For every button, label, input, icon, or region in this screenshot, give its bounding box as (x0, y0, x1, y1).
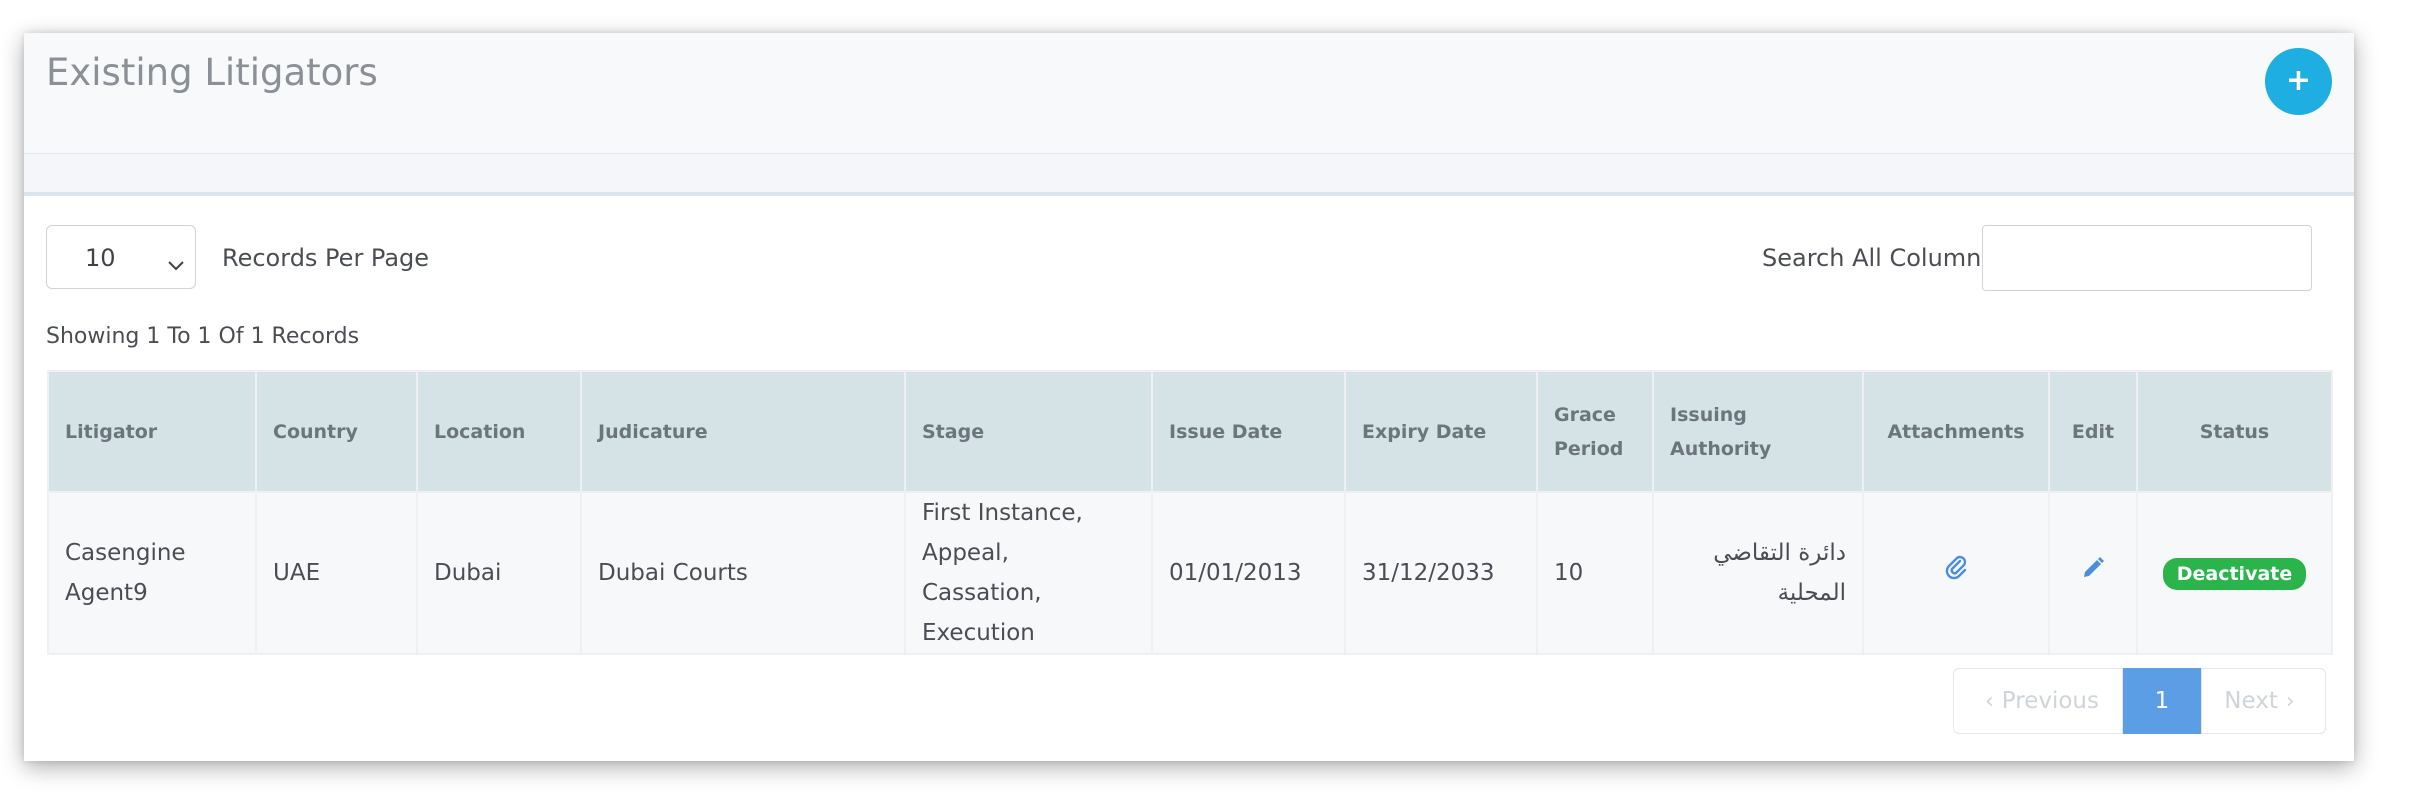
column-header-grace-period[interactable]: Grace Period (1536, 370, 1654, 493)
litigators-card: Existing Litigators + 10 Records Per Pag… (24, 33, 2354, 761)
add-litigator-button[interactable]: + (2265, 48, 2332, 115)
cell-judicature: Dubai Courts (580, 491, 906, 655)
search-input[interactable] (1982, 225, 2312, 291)
records-per-page-label: Records Per Page (222, 244, 430, 272)
header-divider-strip (24, 154, 2354, 196)
pagination-previous-label: Previous (2001, 688, 2099, 714)
litigators-table: Litigator Country Location Judicature St… (47, 370, 2333, 655)
records-per-page-value: 10 (85, 244, 116, 272)
cell-stage: First Instance, Appeal, Cassation, Execu… (904, 491, 1153, 655)
column-header-status[interactable]: Status (2136, 370, 2333, 493)
cell-country: UAE (255, 491, 418, 655)
column-header-expiry-date[interactable]: Expiry Date (1344, 370, 1538, 493)
cell-issue-date: 01/01/2013 (1151, 491, 1346, 655)
column-header-stage[interactable]: Stage (904, 370, 1153, 493)
chevron-right-icon: › (2285, 688, 2295, 714)
cell-litigator: Casengine Agent9 (47, 491, 257, 655)
pencil-icon[interactable] (2081, 553, 2105, 593)
table-header-row: Litigator Country Location Judicature St… (47, 370, 2333, 493)
column-header-edit[interactable]: Edit (2048, 370, 2138, 493)
pagination-next-label: Next (2224, 688, 2278, 714)
cell-grace-period: 10 (1536, 491, 1654, 655)
column-header-location[interactable]: Location (416, 370, 582, 493)
card-header: Existing Litigators + (24, 33, 2354, 154)
paperclip-icon[interactable] (1944, 553, 1968, 593)
cell-issuing-authority: دائرة التقاضي المحلية (1652, 491, 1864, 655)
pagination-previous-button[interactable]: ‹ Previous (1953, 668, 2123, 734)
column-header-country[interactable]: Country (255, 370, 418, 493)
chevron-down-icon (167, 250, 185, 278)
cell-edit (2048, 491, 2138, 655)
pagination-page-1[interactable]: 1 (2123, 668, 2201, 734)
pagination: ‹ Previous 1 Next › (1953, 668, 2326, 734)
page-title: Existing Litigators (46, 51, 378, 94)
cell-status: Deactivate (2136, 491, 2333, 655)
records-summary: Showing 1 To 1 Of 1 Records (46, 324, 360, 349)
column-header-issue-date[interactable]: Issue Date (1151, 370, 1346, 493)
cell-attachments (1862, 491, 2050, 655)
chevron-left-icon: ‹ (1984, 688, 1994, 714)
cell-expiry-date: 31/12/2033 (1344, 491, 1538, 655)
column-header-litigator[interactable]: Litigator (47, 370, 257, 493)
table-row: Casengine Agent9 UAE Dubai Dubai Courts … (47, 491, 2333, 655)
search-label: Search All Columns (1762, 244, 1994, 272)
pagination-next-button[interactable]: Next › (2201, 668, 2326, 734)
column-header-issuing-authority[interactable]: Issuing Authority (1652, 370, 1864, 493)
column-header-judicature[interactable]: Judicature (580, 370, 906, 493)
records-per-page-select[interactable]: 10 (46, 225, 196, 289)
column-header-attachments[interactable]: Attachments (1862, 370, 2050, 493)
cell-location: Dubai (416, 491, 582, 655)
deactivate-button[interactable]: Deactivate (2162, 558, 2307, 590)
